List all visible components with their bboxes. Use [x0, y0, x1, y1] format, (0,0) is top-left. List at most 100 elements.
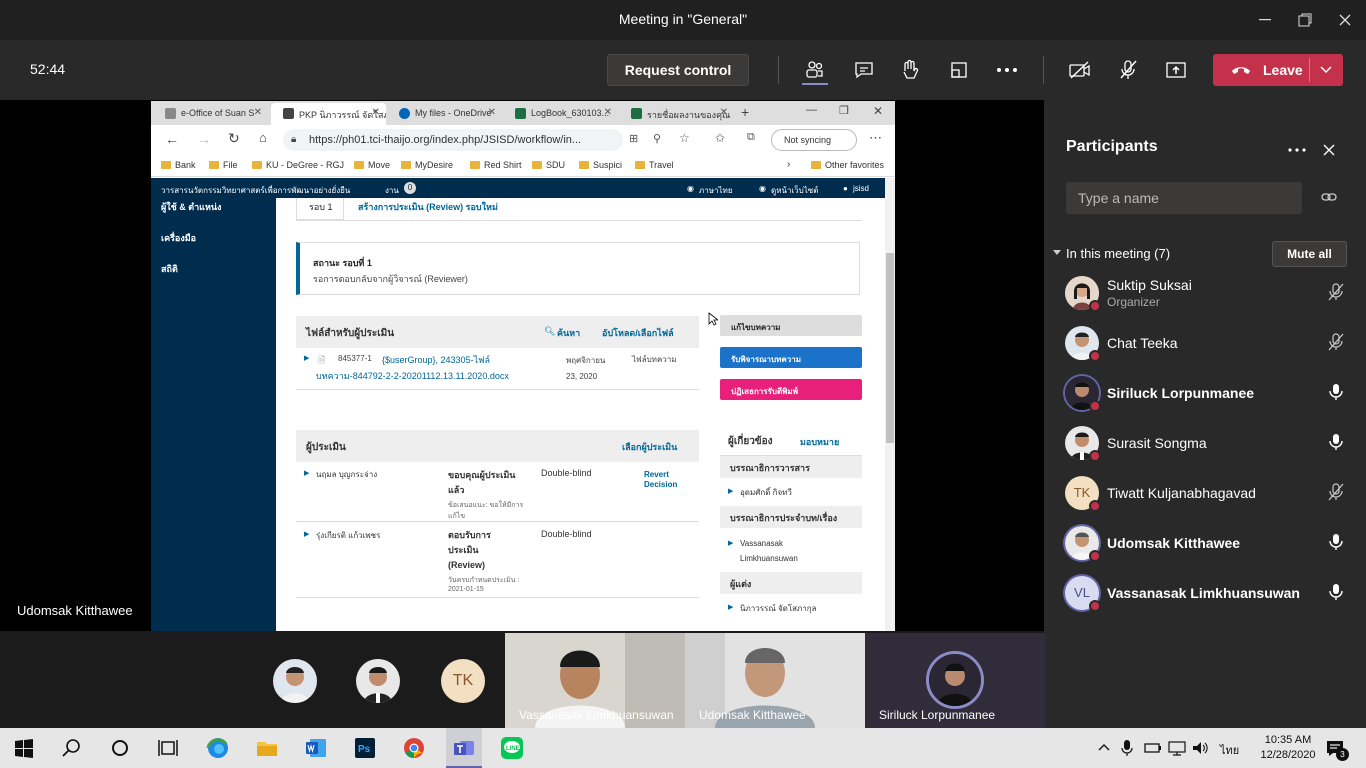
upload-link[interactable]: อัปโหลด/เลือกไฟล์: [602, 326, 674, 340]
bookmark[interactable]: SDU: [532, 160, 565, 170]
expand-icon[interactable]: ▶: [728, 603, 733, 611]
bookmark[interactable]: Bank: [161, 160, 196, 170]
url-input[interactable]: https://ph01.tci-thaijo.org/index.php/JS…: [283, 129, 623, 151]
chevron-down-icon[interactable]: [1320, 66, 1332, 74]
favorite-star-icon[interactable]: ☆: [679, 131, 690, 145]
file-link-2[interactable]: บทความ-844792-2-2-20201112.13.11.2020.do…: [316, 369, 509, 383]
teams-icon[interactable]: [452, 736, 476, 760]
bookmark[interactable]: Red Shirt: [470, 160, 522, 170]
nav-users-roles[interactable]: ผู้ใช้ & ตำแหน่ง: [161, 200, 221, 214]
forward-icon[interactable]: →: [197, 131, 211, 147]
assign-link[interactable]: มอบหมาย: [800, 435, 839, 449]
browser-tab[interactable]: รายชื่อผลงานของคุณ ✕: [619, 103, 734, 125]
mic-icon[interactable]: [1326, 382, 1346, 402]
user-link[interactable]: jsisd: [853, 184, 869, 193]
back-icon[interactable]: ←: [165, 131, 179, 147]
video-tile[interactable]: Udomsak Kitthawee: [685, 633, 865, 728]
language-link[interactable]: ภาษาไทย: [699, 184, 733, 197]
more-actions-icon[interactable]: [994, 58, 1020, 82]
mic-icon[interactable]: [1326, 532, 1346, 552]
browser-tab[interactable]: LogBook_630103... ✕: [503, 103, 618, 125]
search-icon[interactable]: [60, 736, 84, 760]
revert-decision-link[interactable]: Revert Decision: [644, 470, 694, 490]
more-options-icon[interactable]: [1288, 148, 1306, 152]
refresh-icon[interactable]: ↻: [228, 130, 240, 147]
browser-minimize-icon[interactable]: —: [806, 104, 817, 116]
chat-icon[interactable]: [851, 58, 877, 82]
browser-menu-icon[interactable]: ⋯: [869, 130, 882, 146]
participant-row[interactable]: TK Tiwatt Kuljanabhagavad: [1044, 468, 1366, 518]
file-explorer-icon[interactable]: [255, 736, 279, 760]
close-window-button[interactable]: [1330, 8, 1360, 32]
people-icon[interactable]: [802, 55, 828, 85]
participant-row[interactable]: Siriluck Lorpunmanee: [1044, 368, 1366, 418]
share-link-icon[interactable]: [1321, 191, 1337, 203]
browser-tab-active[interactable]: PKP นิภาวรรณ์ จัดโสภากุล✕: [271, 103, 386, 125]
taskbar-clock[interactable]: 10:35 AM 12/28/2020: [1258, 733, 1318, 763]
close-panel-icon[interactable]: [1323, 144, 1335, 156]
input-language[interactable]: ไทย: [1220, 741, 1239, 759]
bookmark[interactable]: KU - DeGree - RGJ: [252, 160, 344, 170]
windows-start-icon[interactable]: [12, 736, 36, 760]
chrome-icon[interactable]: [402, 736, 426, 760]
zoom-icon[interactable]: ⚲: [653, 132, 661, 145]
file-link-1[interactable]: {$userGroup}, 243305-ไฟล์: [382, 353, 490, 367]
microphone-tray-icon[interactable]: [1121, 739, 1133, 757]
mute-all-button[interactable]: Mute all: [1272, 241, 1347, 267]
bookmark[interactable]: Travel: [635, 160, 674, 170]
expand-icon[interactable]: ▶: [728, 539, 733, 547]
mic-muted-icon[interactable]: [1326, 482, 1346, 502]
other-favorites[interactable]: Other favorites: [811, 160, 884, 170]
battery-icon[interactable]: [1144, 740, 1162, 756]
mic-icon[interactable]: [1326, 432, 1346, 452]
photoshop-icon[interactable]: Ps: [353, 736, 377, 760]
cortana-icon[interactable]: [108, 736, 132, 760]
select-reviewer-link[interactable]: เลือกผู้ประเมิน: [622, 440, 677, 454]
app-icon[interactable]: ⊞: [629, 132, 638, 145]
request-control-button[interactable]: Request control: [607, 54, 749, 86]
line-icon[interactable]: LINE: [500, 736, 524, 760]
expand-icon[interactable]: ▶: [728, 487, 733, 495]
bookmark[interactable]: File: [209, 160, 238, 170]
expand-icon[interactable]: ▶: [304, 354, 309, 362]
maximize-button[interactable]: [1290, 8, 1320, 32]
search-icon[interactable]: 🔍︎: [544, 326, 555, 337]
site-title[interactable]: วารสารนวัตกรรมวิทยาศาสตร์เพื่อการพัฒนาอย…: [161, 184, 350, 197]
share-screen-icon[interactable]: [1163, 58, 1189, 82]
mic-muted-icon[interactable]: [1326, 282, 1346, 302]
leave-button[interactable]: Leave: [1213, 54, 1343, 86]
nav-statistics[interactable]: สถิติ: [161, 262, 178, 276]
edit-article-button[interactable]: แก้ไขบทความ: [720, 315, 862, 336]
edge-icon[interactable]: [206, 736, 230, 760]
expand-icon[interactable]: ▶: [304, 469, 309, 477]
camera-off-icon[interactable]: [1067, 58, 1093, 82]
participant-avatar-initials[interactable]: TK: [441, 659, 485, 703]
bookmark[interactable]: Move: [354, 160, 390, 170]
browser-close-icon[interactable]: ✕: [873, 104, 883, 118]
accept-article-button[interactable]: รับพิจารณาบทความ: [720, 347, 862, 368]
mic-icon[interactable]: [1326, 582, 1346, 602]
participant-row[interactable]: Surasit Songma: [1044, 418, 1366, 468]
participant-row[interactable]: VL Vassanasak Limkhuansuwan: [1044, 568, 1366, 618]
profile-sync-button[interactable]: Not syncing: [771, 129, 857, 151]
tab-round-1[interactable]: รอบ 1: [296, 198, 344, 220]
tasks-link[interactable]: งาน: [385, 184, 399, 197]
video-tile[interactable]: Siriluck Lorpunmanee: [865, 633, 1045, 728]
bookmark[interactable]: Suspici: [579, 160, 622, 170]
participant-row[interactable]: Chat Teeka: [1044, 318, 1366, 368]
browser-restore-icon[interactable]: ❐: [839, 104, 849, 117]
video-tile[interactable]: Vassanasak Limkhuansuwan: [505, 633, 685, 728]
mic-muted-icon[interactable]: [1326, 332, 1346, 352]
home-icon[interactable]: ⌂: [259, 130, 267, 145]
search-link[interactable]: ค้นหา: [557, 326, 580, 340]
nav-tools[interactable]: เครื่องมือ: [161, 231, 196, 245]
volume-icon[interactable]: [1191, 740, 1209, 756]
new-review-round-tab[interactable]: สร้างการประเมิน (Review) รอบใหม่: [358, 200, 498, 214]
task-view-icon[interactable]: [156, 736, 180, 760]
bookmark[interactable]: MyDesire: [401, 160, 453, 170]
participant-search-input[interactable]: Type a name: [1066, 182, 1302, 214]
view-site-link[interactable]: ดูหน้าเว็บไซต์: [771, 184, 818, 197]
participant-avatar[interactable]: [356, 659, 400, 703]
raise-hand-icon[interactable]: [897, 58, 923, 82]
collections-icon[interactable]: ⧉: [747, 131, 755, 144]
